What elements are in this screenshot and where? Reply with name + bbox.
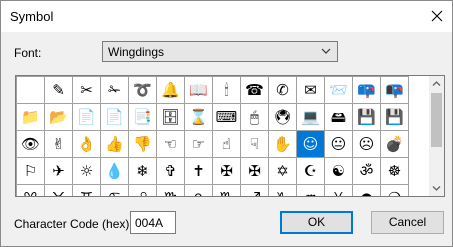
- symbol-cell[interactable]: 🗄: [156, 103, 185, 131]
- symbol-cell[interactable]: ♌: [128, 184, 157, 196]
- symbol-cell[interactable]: 🖲: [268, 103, 297, 131]
- scrollbar-thumb[interactable]: [431, 93, 442, 147]
- symbol-cell[interactable]: 📑: [128, 103, 157, 131]
- symbol-cell[interactable]: ☝: [212, 130, 241, 158]
- symbol-cell[interactable]: 🕯: [212, 76, 241, 104]
- symbol-cell[interactable]: [16, 76, 45, 104]
- symbol-cell[interactable]: ⌛: [184, 103, 213, 131]
- symbol-cell[interactable]: ✋: [268, 130, 297, 158]
- symbol-table: ✎ ✂ ✁ ➰ 🔔 📖 🕯 ☎ ✆ ✉ 📨 📪 📭 📁 📂 📄 📄 📑 🗄 ⌛ ⌨ 🖱 🖲 💻 🖴 💾 💾 👁 ✌ 👌 👍 👎 ☜ ☞ ☝ ☟ ✋ ☺ 😐 ☹…: [16, 76, 409, 196]
- chevron-down-icon: [432, 186, 441, 191]
- symbol-cell[interactable]: ♓: [324, 184, 353, 196]
- symbol-cell[interactable]: ✌: [44, 130, 73, 158]
- vertical-scrollbar[interactable]: [429, 76, 444, 196]
- symbol-cell[interactable]: 📪: [352, 76, 381, 104]
- close-icon: [431, 10, 443, 22]
- symbol-cell[interactable]: ✡: [268, 157, 297, 185]
- symbol-cell[interactable]: ✠: [240, 157, 269, 185]
- symbol-cell[interactable]: ♎: [184, 184, 213, 196]
- symbol-cell[interactable]: ●: [352, 184, 381, 196]
- chevron-down-icon: [321, 48, 331, 54]
- symbol-grid-viewport: ✎ ✂ ✁ ➰ 🔔 📖 🕯 ☎ ✆ ✉ 📨 📪 📭 📁 📂 📄 📄 📑 🗄 ⌛ ⌨ 🖱 🖲 💻 🖴 💾 💾 👁 ✌ 👌 👍 👎 ☜ ☞ ☝ ☟ ✋ ☺ 😐 ☹…: [16, 76, 431, 196]
- symbol-cell[interactable]: 👎: [128, 130, 157, 158]
- symbol-cell[interactable]: ♉: [44, 184, 73, 196]
- symbol-cell[interactable]: ♑: [268, 184, 297, 196]
- font-select-value: Wingdings: [108, 45, 165, 59]
- symbol-cell[interactable]: ॐ: [352, 157, 381, 185]
- symbol-cell[interactable]: ⌨: [212, 103, 241, 131]
- symbol-cell[interactable]: 📖: [184, 76, 213, 104]
- symbol-row: ♈♉♊♋♌♍♎♏♐♑♒♓●❍: [16, 184, 409, 196]
- symbol-cell[interactable]: ☜: [156, 130, 185, 158]
- symbol-grid: ✎ ✂ ✁ ➰ 🔔 📖 🕯 ☎ ✆ ✉ 📨 📪 📭 📁 📂 📄 📄 📑 🗄 ⌛ ⌨ 🖱 🖲 💻 🖴 💾 💾 👁 ✌ 👌 👍 👎 ☜ ☞ ☝ ☟ ✋ ☺ 😐 ☹…: [15, 75, 445, 197]
- symbol-cell[interactable]: ♒: [296, 184, 325, 196]
- symbol-cell[interactable]: ✂: [72, 76, 101, 104]
- symbol-cell[interactable]: ☯: [324, 157, 353, 185]
- symbol-cell[interactable]: 🖴: [324, 103, 353, 131]
- symbol-cell[interactable]: ♐: [240, 184, 269, 196]
- character-code-label: Character Code (hex):: [14, 217, 133, 231]
- font-label: Font:: [14, 46, 42, 60]
- symbol-row: 📁 📂 📄 📄 📑 🗄 ⌛ ⌨ 🖱 🖲 💻 🖴 💾 💾: [16, 103, 409, 131]
- symbol-cell[interactable]: 📁: [16, 103, 45, 131]
- ok-button[interactable]: OK: [280, 211, 353, 234]
- symbol-cell[interactable]: 📄: [100, 103, 129, 131]
- symbol-row: ✎ ✂ ✁ ➰ 🔔 📖 🕯 ☎ ✆ ✉ 📨 📪 📭: [16, 76, 409, 104]
- symbol-cell[interactable]: ✈: [44, 157, 73, 185]
- symbol-cell[interactable]: ✉: [296, 76, 325, 104]
- close-button[interactable]: [422, 1, 452, 32]
- symbol-cell[interactable]: ✞: [156, 157, 185, 185]
- symbol-cell[interactable]: ✆: [268, 76, 297, 104]
- dialog-title: Symbol: [10, 9, 54, 24]
- symbol-cell[interactable]: 👁: [16, 130, 45, 158]
- symbol-cell[interactable]: 💣: [380, 130, 409, 158]
- symbol-cell[interactable]: 💾: [352, 103, 381, 131]
- symbol-row: 👁 ✌ 👌 👍 👎 ☜ ☞ ☝ ☟ ✋ ☺ 😐 ☹ 💣: [16, 130, 409, 158]
- symbol-cell[interactable]: ✝: [184, 157, 213, 185]
- symbol-row: ⚐ ✈ ☼ 💧 ❄ ✞ ✝ ✠ ✠ ✡ ☪ ☯ ॐ ☸: [16, 157, 409, 185]
- symbol-cell[interactable]: ❄: [128, 157, 157, 185]
- character-code-input[interactable]: [130, 211, 176, 234]
- symbol-cell[interactable]: ☞: [184, 130, 213, 158]
- symbol-cell[interactable]: ♍: [156, 184, 185, 196]
- symbol-cell[interactable]: ♏: [212, 184, 241, 196]
- scroll-up-button[interactable]: [429, 76, 444, 91]
- cancel-button[interactable]: Cancel: [371, 211, 444, 234]
- symbol-cell[interactable]: ☼: [72, 157, 101, 185]
- symbol-cell[interactable]: 📂: [44, 103, 73, 131]
- symbol-cell[interactable]: ☹: [352, 130, 381, 158]
- symbol-cell[interactable]: ✁: [100, 76, 129, 104]
- symbol-cell[interactable]: ☟: [240, 130, 269, 158]
- symbol-cell[interactable]: ☺: [296, 130, 325, 158]
- symbol-cell[interactable]: 👍: [100, 130, 129, 158]
- symbol-cell[interactable]: 👌: [72, 130, 101, 158]
- symbol-dialog: Symbol Font: Wingdings ✎ ✂ ✁ ➰ 🔔 📖 🕯 ☎ ✆ ✉ 📨 📪 📭 📁 📂 📄 📄…: [0, 0, 453, 247]
- symbol-cell[interactable]: ☪: [296, 157, 325, 185]
- symbol-cell[interactable]: ➰: [128, 76, 157, 104]
- symbol-cell[interactable]: ♋: [100, 184, 129, 196]
- symbol-cell[interactable]: 💻: [296, 103, 325, 131]
- symbol-cell[interactable]: ❍: [380, 184, 409, 196]
- title-bar: Symbol: [1, 1, 452, 32]
- symbol-cell[interactable]: 💾: [380, 103, 409, 131]
- symbol-cell[interactable]: 🔔: [156, 76, 185, 104]
- symbol-cell[interactable]: ✎: [44, 76, 73, 104]
- font-select[interactable]: Wingdings: [102, 41, 338, 62]
- scroll-down-button[interactable]: [429, 181, 444, 196]
- symbol-cell[interactable]: ☸: [380, 157, 409, 185]
- chevron-up-icon: [432, 81, 441, 86]
- symbol-cell[interactable]: ♈: [16, 184, 45, 196]
- symbol-cell[interactable]: 😐: [324, 130, 353, 158]
- symbol-cell[interactable]: 📭: [380, 76, 409, 104]
- symbol-cell[interactable]: ☎: [240, 76, 269, 104]
- symbol-cell[interactable]: ⚐: [16, 157, 45, 185]
- symbol-cell[interactable]: 🖱: [240, 103, 269, 131]
- symbol-cell[interactable]: 📨: [324, 76, 353, 104]
- symbol-cell[interactable]: ♊: [72, 184, 101, 196]
- symbol-cell[interactable]: ✠: [212, 157, 241, 185]
- symbol-cell[interactable]: 📄: [72, 103, 101, 131]
- symbol-cell[interactable]: 💧: [100, 157, 129, 185]
